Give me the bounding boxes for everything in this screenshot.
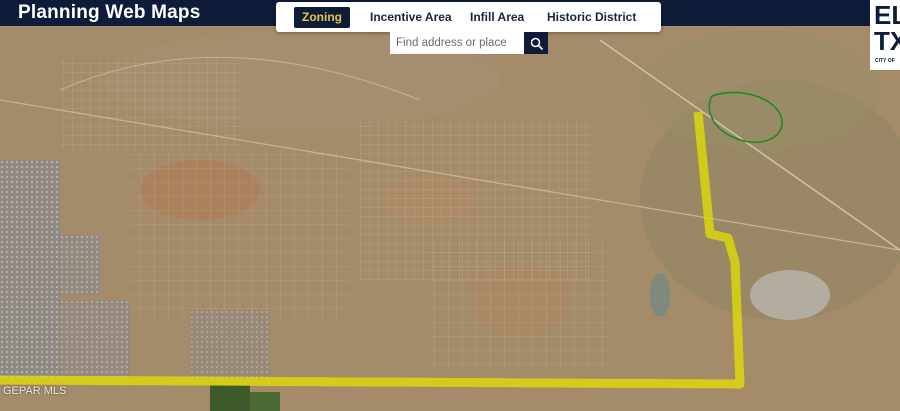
app-title: Planning Web Maps bbox=[18, 2, 201, 23]
search-bar bbox=[390, 32, 548, 54]
logo-line2: TX bbox=[874, 26, 900, 56]
mls-watermark: GEPAR MLS bbox=[3, 385, 67, 397]
satellite-map[interactable] bbox=[0, 0, 900, 411]
tab-zoning[interactable]: Zoning bbox=[294, 7, 350, 28]
layer-tabs: Zoning Incentive Area Infill Area Histor… bbox=[276, 2, 661, 32]
tab-historic-district[interactable]: Historic District bbox=[539, 7, 644, 28]
search-icon bbox=[530, 37, 543, 50]
search-button[interactable] bbox=[524, 32, 548, 54]
logo-subtext: CITY OF bbox=[875, 58, 895, 64]
tab-infill-area[interactable]: Infill Area bbox=[462, 7, 532, 28]
tab-incentive-area[interactable]: Incentive Area bbox=[362, 7, 460, 28]
search-input[interactable] bbox=[390, 32, 524, 54]
logo-line1: EL bbox=[874, 0, 900, 30]
city-logo[interactable]: EL TX CITY OF bbox=[870, 0, 900, 70]
